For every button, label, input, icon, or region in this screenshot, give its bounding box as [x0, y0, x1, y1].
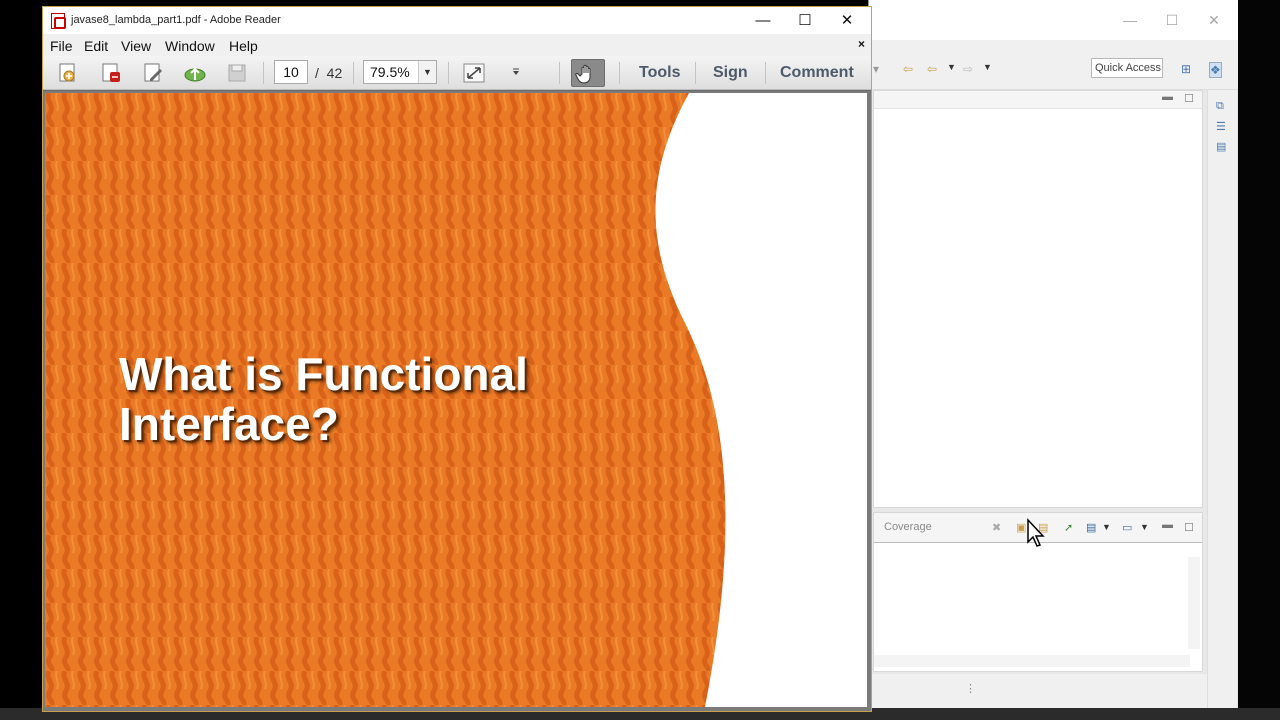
more-tools-icon[interactable] [503, 61, 529, 85]
eclipse-editor-area: ▬ ☐ [873, 90, 1203, 508]
eclipse-minimize-button[interactable]: — [1115, 10, 1145, 30]
edit-pdf-icon[interactable] [140, 61, 166, 85]
save-icon[interactable] [224, 61, 250, 85]
reader-toolbar: 10 / 42 79.5% ▼ Tools Sign Comment [43, 56, 871, 90]
menu-window[interactable]: Window [165, 38, 215, 54]
quick-access-field[interactable]: Quick Access [1091, 58, 1163, 78]
back-arrow-icon[interactable]: ⇦ [927, 62, 937, 76]
collapse-all-icon[interactable]: ▭ [1122, 521, 1132, 534]
page-number-input[interactable]: 10 [274, 60, 308, 84]
toolbar-separator [619, 62, 620, 84]
open-file-icon[interactable] [55, 61, 81, 85]
create-pdf-icon[interactable] [98, 61, 124, 85]
forward-dropdown-icon[interactable]: ▼ [983, 62, 992, 72]
outline-icon[interactable]: ☰ [1216, 120, 1226, 133]
coverage-maximize-icon[interactable]: ☐ [1184, 521, 1194, 534]
coverage-horizontal-scrollbar[interactable] [874, 655, 1190, 667]
document-close-icon[interactable]: × [858, 37, 865, 51]
slide-title-line-1: What is Functional [119, 348, 528, 400]
restore-icon[interactable]: ⧉ [1216, 100, 1224, 113]
coverage-tab[interactable]: Coverage [884, 521, 932, 533]
page-separator: / [315, 65, 319, 81]
page-total: 42 [326, 65, 343, 81]
desktop-edge [1238, 0, 1280, 720]
pdf-page: What is Functional Interface? [45, 93, 867, 707]
eclipse-toolbar: ▾ ⇦ ⇦ ▼ ⇨ ▼ Quick Access ⊞ ❖ [869, 40, 1241, 90]
eclipse-close-button[interactable]: ✕ [1199, 10, 1229, 30]
reader-titlebar: javase8_lambda_part1.pdf - Adobe Reader … [43, 7, 871, 34]
collapse-dropdown-icon[interactable]: ▼ [1140, 522, 1149, 532]
tools-button[interactable]: Tools [639, 64, 680, 82]
maximize-button[interactable]: ☐ [785, 10, 825, 32]
hand-tool-icon[interactable] [571, 59, 605, 87]
zoom-select[interactable]: 79.5% ▼ [363, 60, 437, 84]
back-history-icon[interactable]: ⇦ [903, 62, 913, 76]
menu-bar: File Edit View Window Help × [43, 34, 871, 56]
editor-area-header: ▬ ☐ [874, 91, 1202, 109]
task-list-icon[interactable]: ▤ [1216, 140, 1226, 153]
toolbar-dropdown-icon[interactable]: ▾ [873, 62, 879, 76]
coverage-vertical-scrollbar[interactable] [1188, 557, 1200, 649]
eclipse-status-bar: ⋮ [869, 674, 1207, 710]
menu-view[interactable]: View [121, 38, 151, 54]
remove-session-icon[interactable]: ✖ [992, 521, 1001, 534]
back-dropdown-icon[interactable]: ▼ [947, 62, 956, 72]
forward-arrow-icon[interactable]: ⇨ [963, 62, 973, 76]
view-menu-icon[interactable]: ▤ [1086, 521, 1096, 534]
close-button[interactable]: ✕ [827, 10, 867, 32]
upload-cloud-icon[interactable] [182, 61, 208, 85]
menu-help[interactable]: Help [229, 38, 258, 54]
toolbar-separator [448, 62, 449, 84]
eclipse-trim-stack: ⧉ ☰ ▤ [1207, 90, 1237, 710]
eclipse-maximize-button[interactable]: ☐ [1157, 10, 1187, 30]
mouse-pointer-icon [1027, 518, 1045, 547]
slide-title-line-2: Interface? [119, 398, 339, 450]
document-view[interactable]: What is Functional Interface? [43, 91, 871, 711]
view-menu-dropdown-icon[interactable]: ▼ [1102, 522, 1111, 532]
fit-page-icon[interactable] [461, 61, 487, 85]
menu-edit[interactable]: Edit [84, 38, 108, 54]
zoom-dropdown-icon[interactable]: ▼ [418, 61, 436, 83]
editor-maximize-icon[interactable]: ☐ [1184, 92, 1194, 105]
java-perspective-icon[interactable]: ❖ [1209, 62, 1222, 78]
menu-file[interactable]: File [50, 38, 73, 54]
toolbar-separator [353, 62, 354, 84]
open-perspective-icon[interactable]: ⊞ [1181, 62, 1191, 76]
minimize-button[interactable]: — [743, 10, 783, 32]
toolbar-separator [695, 62, 696, 84]
eclipse-window: — ☐ ✕ ▾ ⇦ ⇦ ▼ ⇨ ▼ Quick Access ⊞ ❖ ▬ ☐ C… [868, 0, 1241, 720]
sign-button[interactable]: Sign [713, 64, 748, 82]
slide-title: What is Functional Interface? [119, 349, 528, 449]
coverage-minimize-icon[interactable]: ▬ [1162, 519, 1173, 531]
zoom-value: 79.5% [370, 64, 410, 80]
comment-button[interactable]: Comment [780, 64, 854, 82]
eclipse-titlebar: — ☐ ✕ [869, 0, 1241, 40]
editor-minimize-icon[interactable]: ▬ [1162, 91, 1173, 103]
adobe-reader-window: javase8_lambda_part1.pdf - Adobe Reader … [42, 6, 872, 712]
merge-sessions-icon[interactable]: ▣ [1016, 521, 1026, 534]
toolbar-separator [765, 62, 766, 84]
window-title: javase8_lambda_part1.pdf - Adobe Reader [71, 14, 281, 26]
export-icon[interactable]: ➚ [1064, 521, 1073, 534]
toolbar-separator [559, 62, 560, 84]
status-bar-grip-icon: ⋮ [965, 683, 976, 695]
pdf-app-icon [51, 13, 66, 29]
toolbar-separator [263, 62, 264, 84]
page-total-label: / 42 [315, 65, 342, 81]
